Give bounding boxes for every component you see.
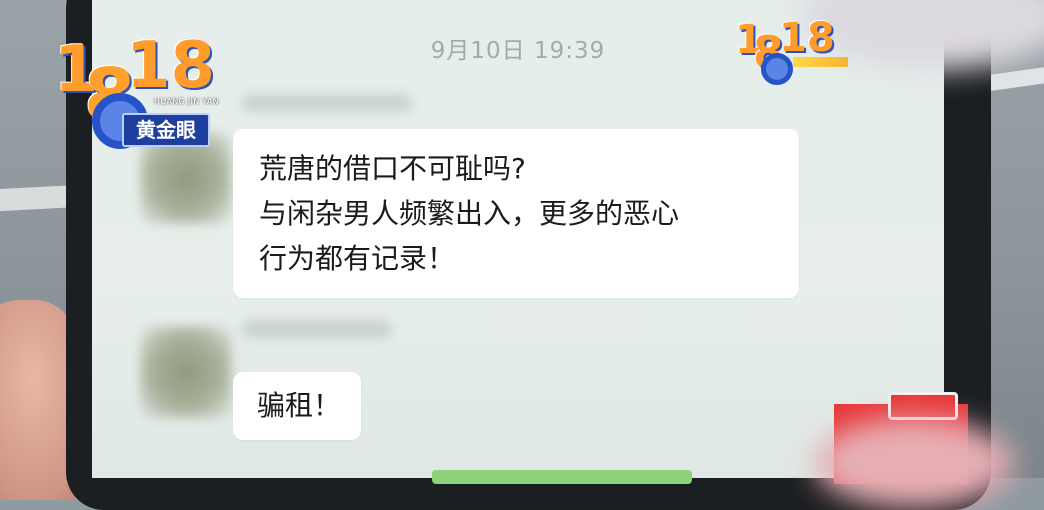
logo-name: 黄金眼	[122, 113, 210, 147]
logo-pinyin: HUANG JIN YAN	[154, 97, 219, 106]
channel-logo-reflection: 1 8 18	[735, 15, 848, 85]
message-bubble[interactable]: 骗租！	[233, 372, 361, 440]
message-line: 骗租！	[257, 389, 342, 422]
finger	[0, 300, 75, 500]
message-bubble[interactable]: 荒唐的借口不可耻吗? 与闲杂男人频繁出入，更多的恶心 行为都有记录！	[233, 129, 799, 298]
sender-name-blurred	[242, 320, 392, 338]
message-line: 与闲杂男人频繁出入，更多的恶心	[259, 197, 680, 230]
logo-stripe	[793, 57, 848, 67]
sender-name-blurred	[242, 94, 412, 112]
message-line: 荒唐的借口不可耻吗?	[259, 152, 526, 185]
message-line: 行为都有记录！	[259, 242, 456, 275]
logo-eye-icon	[761, 53, 793, 85]
avatar-blurred[interactable]	[140, 326, 232, 418]
channel-logo: 1 8 18 HUANG JIN YAN 黄金眼	[54, 29, 229, 149]
privacy-blur-bottom	[814, 418, 1014, 508]
green-message-bar	[432, 470, 692, 484]
logo-digit: 18	[779, 15, 835, 61]
logo-digit: 18	[126, 29, 216, 103]
